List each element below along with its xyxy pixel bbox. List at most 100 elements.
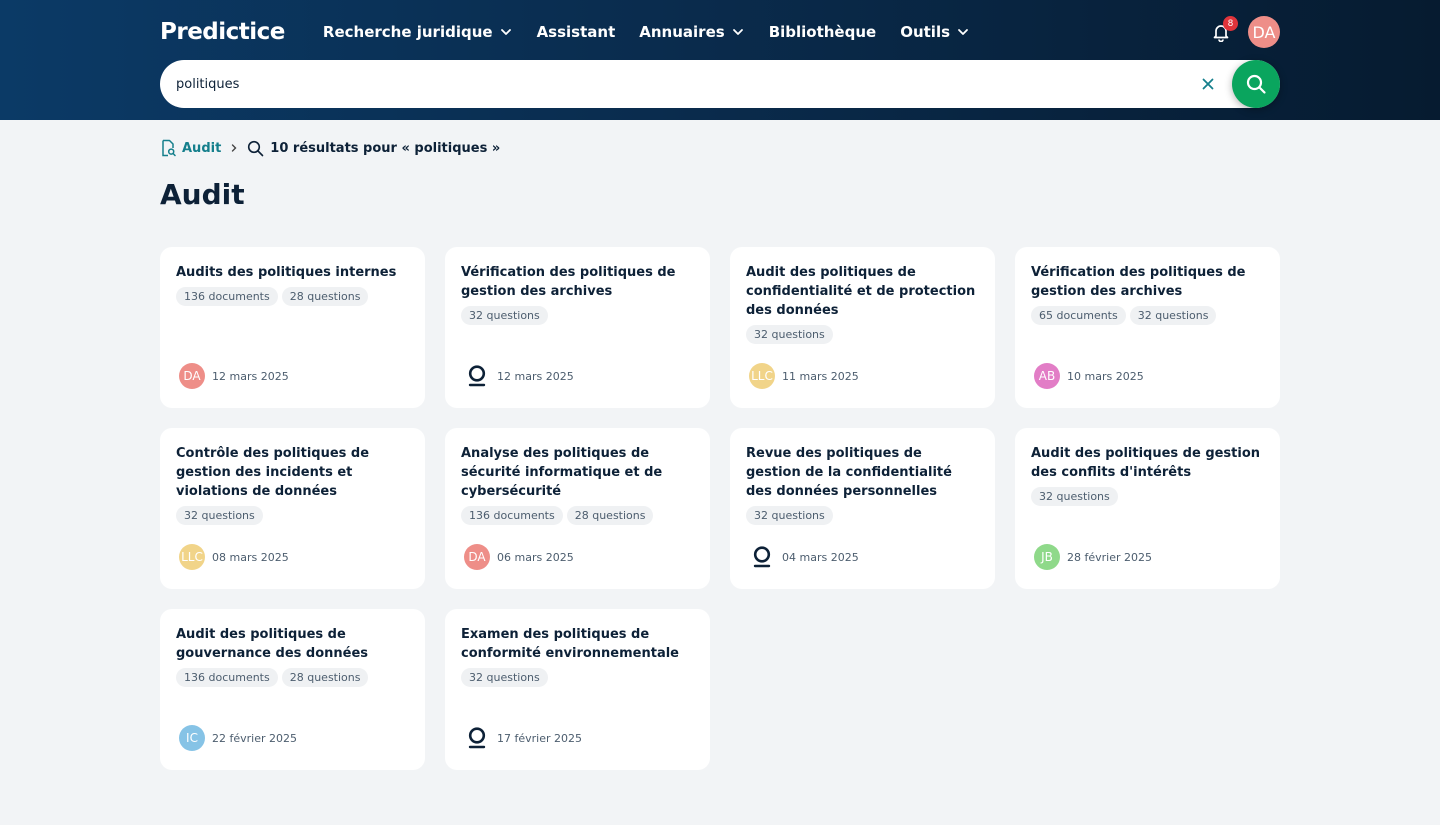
main-nav: Recherche juridique Assistant Annuaires …	[323, 23, 970, 41]
search-icon	[1246, 74, 1266, 94]
card-tag: 28 questions	[281, 668, 369, 687]
card-tags: 32 questions	[746, 325, 979, 344]
audit-card[interactable]: Audit des politiques de gestion des conf…	[1015, 428, 1280, 589]
card-tag: 136 documents	[461, 506, 563, 525]
card-tags: 32 questions	[461, 668, 694, 687]
card-footer: LLC 11 mars 2025	[749, 363, 859, 389]
breadcrumb-current: 10 résultats pour « politiques »	[247, 140, 500, 157]
card-tag: 136 documents	[176, 668, 278, 687]
nav-label: Recherche juridique	[322, 23, 493, 41]
card-tags: 32 questions	[176, 506, 409, 525]
card-date: 22 février 2025	[212, 731, 298, 745]
search-icon	[248, 140, 264, 156]
card-tags: 32 questions	[461, 306, 694, 325]
card-title: Contrôle des politiques de gestion des i…	[176, 446, 370, 499]
nav-recherche-juridique[interactable]: Recherche juridique	[323, 23, 513, 41]
nav-annuaires[interactable]: Annuaires	[639, 23, 744, 41]
search-input[interactable]	[160, 60, 1198, 108]
audit-card[interactable]: Contrôle des politiques de gestion des i…	[160, 428, 425, 589]
search-button[interactable]	[1232, 60, 1280, 108]
card-title: Examen des politiques de conformité envi…	[461, 627, 679, 661]
author-avatar: DA	[464, 544, 490, 570]
card-footer: 17 février 2025	[464, 725, 582, 751]
audit-card[interactable]: Vérification des politiques de gestion d…	[1015, 247, 1280, 408]
author-avatar: IC	[179, 725, 205, 751]
audit-card[interactable]: Revue des politiques de gestion de la co…	[730, 428, 995, 589]
audit-card-grid: Audits des politiques internes 136 docume…	[160, 247, 1280, 770]
audit-card[interactable]: Audits des politiques internes 136 docume…	[160, 247, 425, 408]
audit-card[interactable]: Audit des politiques de confidentialité …	[730, 247, 995, 408]
card-tags: 136 documents 28 questions	[461, 506, 694, 525]
chevron-down-icon	[732, 29, 743, 35]
card-title: Audit des politiques de gouvernance des …	[176, 627, 369, 661]
card-date: 11 mars 2025	[782, 369, 859, 383]
page-title: Audit	[160, 178, 245, 211]
card-date: 06 mars 2025	[497, 550, 574, 564]
predictice-logo-icon	[464, 725, 490, 751]
card-tag: 32 questions	[461, 306, 548, 325]
notification-count-badge: 8	[1223, 16, 1238, 31]
card-title: Audit des politiques de gestion des conf…	[1031, 446, 1261, 480]
card-tag: 28 questions	[566, 506, 654, 525]
card-tags: 136 documents 28 questions	[176, 287, 409, 306]
card-tag: 65 documents	[1031, 306, 1126, 325]
card-footer: JB 28 février 2025	[1034, 544, 1152, 570]
nav-outils[interactable]: Outils	[900, 23, 970, 41]
clear-search-icon[interactable]	[1198, 74, 1218, 94]
card-footer: LLC 08 mars 2025	[179, 544, 289, 570]
top-bar: Predictice Recherche juridique Assistant…	[160, 14, 1280, 50]
nav-label: Outils	[900, 23, 951, 41]
card-footer: IC 22 février 2025	[179, 725, 297, 751]
card-footer: 12 mars 2025	[464, 363, 574, 389]
card-footer: DA 06 mars 2025	[464, 544, 574, 570]
user-avatar[interactable]: DA	[1248, 16, 1280, 48]
card-tag: 32 questions	[1129, 306, 1217, 325]
card-tags: 32 questions	[1031, 487, 1264, 506]
card-title: Audit des politiques de confidentialité …	[746, 265, 976, 318]
card-tags: 32 questions	[746, 506, 979, 525]
card-title: Vérification des politiques de gestion d…	[1031, 265, 1246, 299]
card-tags: 65 documents 32 questions	[1031, 306, 1264, 325]
nav-assistant[interactable]: Assistant	[537, 23, 616, 41]
card-title: Vérification des politiques de gestion d…	[461, 265, 676, 299]
author-avatar: DA	[179, 363, 205, 389]
notifications-button[interactable]: 8	[1208, 16, 1238, 45]
author-avatar: LLC	[749, 363, 775, 389]
card-date: 08 mars 2025	[212, 550, 289, 564]
card-title: Revue des politiques de gestion de la co…	[746, 446, 952, 499]
audit-card[interactable]: Analyse des politiques de sécurité infor…	[445, 428, 710, 589]
card-date: 12 mars 2025	[497, 369, 574, 383]
breadcrumb: Audit 10 résultats pour « politiques »	[160, 138, 500, 158]
card-tag: 136 documents	[176, 287, 278, 306]
nav-label: Annuaires	[639, 23, 725, 41]
card-date: 17 février 2025	[497, 731, 583, 745]
card-footer: AB 10 mars 2025	[1034, 363, 1144, 389]
audit-card[interactable]: Audit des politiques de gouvernance des …	[160, 609, 425, 770]
author-avatar: JB	[1034, 544, 1060, 570]
header: Predictice Recherche juridique Assistant…	[0, 0, 1440, 120]
nav-label: Assistant	[536, 23, 616, 41]
nav-bibliotheque[interactable]: Bibliothèque	[769, 23, 877, 41]
card-date: 12 mars 2025	[212, 369, 289, 383]
card-footer: DA 12 mars 2025	[179, 363, 289, 389]
audit-card[interactable]: Examen des politiques de conformité envi…	[445, 609, 710, 770]
chevron-right-icon	[232, 144, 237, 152]
card-tag: 28 questions	[281, 287, 369, 306]
document-search-icon	[162, 139, 176, 157]
card-tag: 32 questions	[176, 506, 263, 525]
card-date: 10 mars 2025	[1067, 369, 1144, 383]
audit-card[interactable]: Vérification des politiques de gestion d…	[445, 247, 710, 408]
predictice-logo-icon	[749, 544, 775, 570]
card-tag: 32 questions	[461, 668, 548, 687]
card-tags: 136 documents 28 questions	[176, 668, 409, 687]
author-avatar: LLC	[179, 544, 205, 570]
app-logo[interactable]: Predictice	[160, 19, 285, 45]
chevron-down-icon	[500, 29, 511, 35]
results-count-label: 10 résultats pour « politiques »	[270, 140, 501, 156]
card-footer: 04 mars 2025	[749, 544, 859, 570]
card-tag: 32 questions	[746, 506, 833, 525]
search-bar	[160, 60, 1280, 108]
breadcrumb-audit-link[interactable]: Audit	[160, 139, 221, 157]
card-title: Analyse des politiques de sécurité infor…	[461, 446, 663, 499]
predictice-logo-icon	[464, 363, 490, 389]
